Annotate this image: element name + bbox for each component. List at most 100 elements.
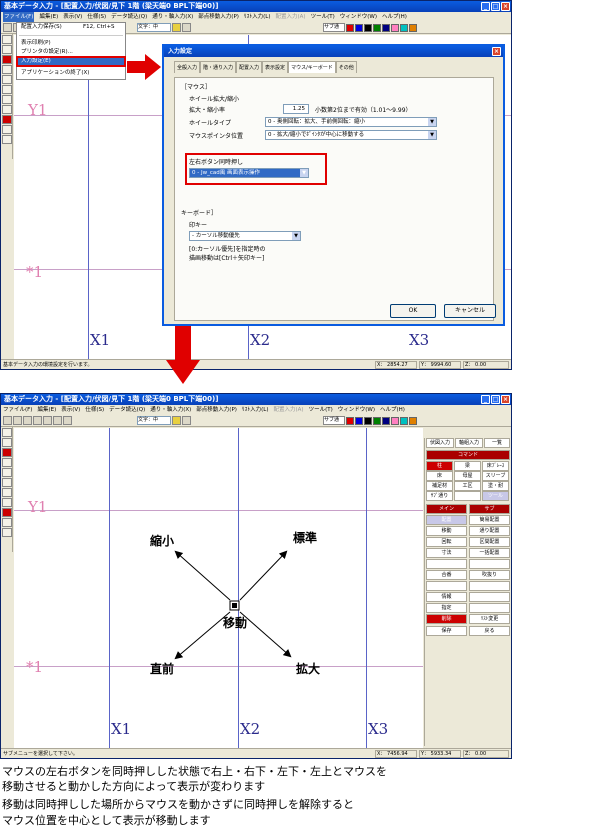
tool-2-icon[interactable]: [2, 438, 12, 447]
color-navy-icon[interactable]: [382, 23, 390, 32]
menu-spec[interactable]: 仕様(S): [87, 12, 106, 22]
tool-4-icon[interactable]: [2, 458, 12, 467]
right_col-button[interactable]: [469, 581, 510, 591]
sub-grid-toggle[interactable]: サブ通: [323, 416, 345, 425]
bottom-drawing-canvas[interactable]: Y1 *1 X1 X2 X3 移動 縮小 標準 直前 拡大: [14, 428, 423, 748]
save-button[interactable]: 保存: [426, 626, 467, 636]
command-button[interactable]: ｻﾌﾞ通り: [426, 491, 453, 501]
tool-3-icon[interactable]: [2, 448, 12, 457]
color-red-icon[interactable]: [346, 416, 354, 425]
command-button[interactable]: 梁: [454, 461, 481, 471]
tab-display[interactable]: 表示設定: [262, 61, 289, 73]
panel-tab-frame[interactable]: 軸組入力: [455, 438, 483, 448]
close-button[interactable]: ×: [501, 2, 510, 11]
menu-place[interactable]: 配置入力(A): [276, 12, 306, 22]
text-size-select[interactable]: 文字：中: [137, 23, 171, 32]
right_col-button[interactable]: [469, 592, 510, 602]
tab-general[interactable]: 全般入力: [174, 61, 201, 73]
tool-1-icon[interactable]: [2, 428, 12, 437]
grid-icon[interactable]: [43, 416, 52, 425]
menu-list[interactable]: ﾘｽﾄ入力(L): [242, 405, 269, 415]
command-button[interactable]: 工区: [454, 481, 481, 491]
save-icon[interactable]: [3, 23, 12, 32]
left_col-button[interactable]: 情報: [426, 592, 467, 602]
right_col-button[interactable]: 通り配置: [469, 526, 510, 536]
undo-icon[interactable]: [13, 416, 22, 425]
command-button[interactable]: ツール: [482, 491, 509, 501]
tab-other[interactable]: その他: [335, 61, 357, 73]
view-icon[interactable]: [63, 416, 72, 425]
right_col-button[interactable]: 吹抜り: [469, 570, 510, 580]
menu-data[interactable]: データ読込(Q): [109, 405, 145, 415]
left_col-button[interactable]: 回転: [426, 537, 467, 547]
tool-9-icon[interactable]: [2, 115, 12, 124]
tool-2-icon[interactable]: [2, 45, 12, 54]
right_col-button[interactable]: 一括配置: [469, 548, 510, 558]
tool-6-icon[interactable]: [2, 85, 12, 94]
menu-item-printer-setup[interactable]: プリンタの設定(R)...: [17, 48, 125, 57]
tool-8-icon[interactable]: [2, 105, 12, 114]
menu-item-input-settings[interactable]: 入力設定(E): [16, 56, 126, 67]
tool-5-icon[interactable]: [2, 468, 12, 477]
menu-window[interactable]: ウィンドウ(W): [338, 405, 375, 415]
tool-4-icon[interactable]: [2, 65, 12, 74]
tool-10-icon[interactable]: [2, 125, 12, 134]
layer-icon[interactable]: [172, 23, 181, 32]
filter-icon[interactable]: [182, 23, 191, 32]
right_col-button[interactable]: 区間配置: [469, 537, 510, 547]
color-green-icon[interactable]: [373, 416, 381, 425]
minimize-button[interactable]: _: [481, 2, 490, 11]
close-button[interactable]: ×: [501, 395, 510, 404]
left_col-button[interactable]: 移動: [426, 526, 467, 536]
menu-edit[interactable]: 編集(E): [39, 12, 58, 22]
menu-place[interactable]: 配置入力(A): [274, 405, 304, 415]
tab-mouse-keyboard[interactable]: マウス/キーボード: [288, 61, 336, 73]
tool-10-icon[interactable]: [2, 518, 12, 527]
minimize-button[interactable]: _: [481, 395, 490, 404]
dialog-close-button[interactable]: ×: [492, 47, 501, 56]
menu-item-print[interactable]: 表示印刷(P): [17, 39, 125, 48]
maximize-button[interactable]: □: [491, 2, 500, 11]
menu-axis[interactable]: 通り・軸入力(X): [150, 405, 191, 415]
menu-help[interactable]: ヘルプ(H): [380, 405, 405, 415]
color-pink-icon[interactable]: [391, 23, 399, 32]
menu-node[interactable]: 部点移動入力(P): [196, 405, 237, 415]
lr-button-select[interactable]: 0 - Jw_cad風 画面表示操作 ▼: [189, 168, 309, 178]
filter-icon[interactable]: [182, 416, 191, 425]
maximize-button[interactable]: □: [491, 395, 500, 404]
color-cyan-icon[interactable]: [400, 416, 408, 425]
panel-tab-plan[interactable]: 伏図入力: [426, 438, 454, 448]
right_col-button[interactable]: [469, 603, 510, 613]
left_col-button[interactable]: 配置: [426, 515, 467, 525]
color-cyan-icon[interactable]: [400, 23, 408, 32]
cancel-button[interactable]: キャンセル: [444, 304, 496, 318]
tool-11-icon[interactable]: [2, 135, 12, 144]
menu-item-exit[interactable]: アプリケーションの終了(X): [17, 69, 125, 78]
panel-tab-list[interactable]: 一覧: [484, 438, 510, 448]
menu-list[interactable]: ﾘｽﾄ入力(L): [244, 12, 271, 22]
right_col-button[interactable]: 簡易配置: [469, 515, 510, 525]
menu-file[interactable]: ファイル(F): [3, 405, 32, 415]
zoom-icon[interactable]: [33, 416, 42, 425]
menu-file[interactable]: ファイル(F): [3, 12, 35, 22]
color-blue-icon[interactable]: [355, 23, 363, 32]
text-size-select[interactable]: 文字：中: [137, 416, 171, 425]
color-black-icon[interactable]: [364, 23, 372, 32]
command-button[interactable]: [454, 491, 481, 501]
menu-node[interactable]: 部点移動入力(P): [198, 12, 239, 22]
left_col-button[interactable]: [426, 581, 467, 591]
command-button[interactable]: 補足材: [426, 481, 453, 491]
tool-9-icon[interactable]: [2, 508, 12, 517]
menu-tool[interactable]: ツール(T): [309, 405, 333, 415]
ok-button[interactable]: OK: [390, 304, 436, 318]
color-navy-icon[interactable]: [382, 416, 390, 425]
command-button[interactable]: 床ﾌﾞﾚｰｽ: [482, 461, 509, 471]
left_col-button[interactable]: 指定: [426, 603, 467, 613]
tool-11-icon[interactable]: [2, 528, 12, 537]
color-green-icon[interactable]: [373, 23, 381, 32]
menu-data[interactable]: データ読込(Q): [111, 12, 147, 22]
print-icon[interactable]: [53, 416, 62, 425]
right_col-button[interactable]: ﾘｽﾄ変更: [469, 614, 510, 624]
tab-placement[interactable]: 配置入力: [236, 61, 263, 73]
menu-help[interactable]: ヘルプ(H): [382, 12, 407, 22]
